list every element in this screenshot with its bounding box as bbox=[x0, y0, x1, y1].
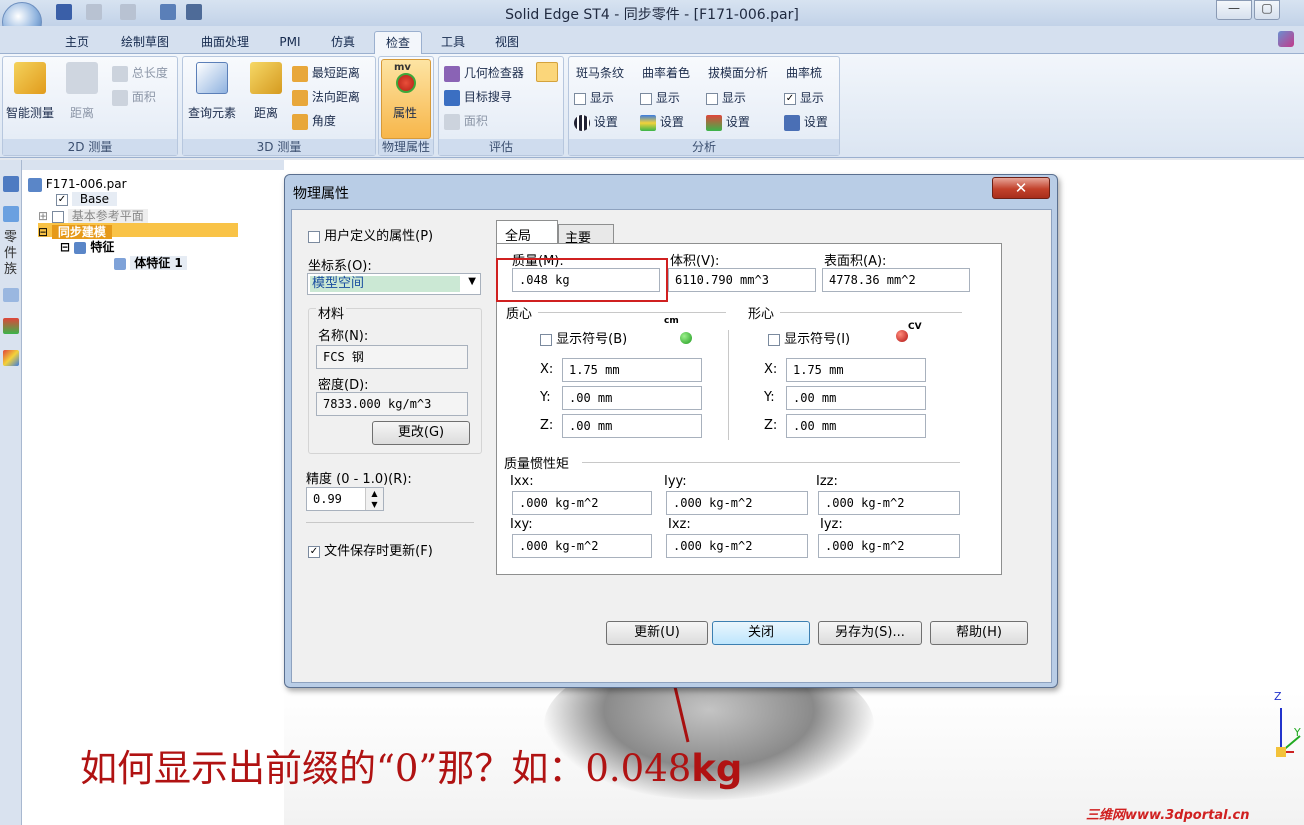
centroid-x-label: X: bbox=[764, 362, 778, 377]
close-button[interactable]: 关闭 bbox=[712, 621, 810, 645]
change-material-button[interactable]: 更改(G) bbox=[372, 421, 470, 445]
coord-system-value: 模型空间 bbox=[310, 276, 460, 292]
accuracy-label: 精度 (0 - 1.0)(R): bbox=[306, 472, 412, 487]
cm-symbol-text: cm bbox=[664, 316, 679, 326]
divider bbox=[728, 330, 729, 440]
surface-area-label: 表面积(A): bbox=[824, 254, 887, 269]
user-defined-checkbox[interactable]: 用户定义的属性(P) bbox=[308, 225, 433, 244]
annotation-text: 如何显示出前缀的“0”那？如：0.048kg bbox=[80, 738, 742, 792]
coord-system-select[interactable]: 模型空间 ▼ bbox=[307, 273, 481, 295]
ixz-label: Ixz: bbox=[668, 517, 691, 532]
com-z-field[interactable]: .00 mm bbox=[562, 414, 702, 438]
mass-highlight-box bbox=[496, 258, 668, 302]
iyz-field[interactable]: .000 kg-m^2 bbox=[818, 534, 960, 558]
separator bbox=[582, 462, 960, 463]
save-as-button[interactable]: 另存为(S)... bbox=[818, 621, 922, 645]
material-name-label: 名称(N): bbox=[318, 329, 369, 344]
help-button[interactable]: 帮助(H) bbox=[930, 621, 1028, 645]
iyz-label: Iyz: bbox=[820, 517, 843, 532]
com-symbol-icon bbox=[680, 332, 692, 344]
com-x-field[interactable]: 1.75 mm bbox=[562, 358, 702, 382]
checkbox-checked-icon: ✓ bbox=[308, 545, 320, 558]
dialog-body: 用户定义的属性(P) 坐标系(O): 模型空间 ▼ 材料 名称(N): FCS … bbox=[291, 209, 1052, 683]
ixy-label: Ixy: bbox=[510, 517, 533, 532]
density-label: 密度(D): bbox=[318, 378, 369, 393]
ixx-field[interactable]: .000 kg-m^2 bbox=[512, 491, 652, 515]
show-com-symbol-checkbox[interactable]: 显示符号(B) bbox=[540, 328, 627, 347]
centroid-x-field[interactable]: 1.75 mm bbox=[786, 358, 926, 382]
tab-principal[interactable]: 主要 bbox=[558, 224, 614, 246]
iyy-field[interactable]: .000 kg-m^2 bbox=[666, 491, 808, 515]
axis-triad bbox=[1276, 708, 1301, 757]
material-name-field[interactable]: FCS 钢 bbox=[316, 345, 468, 369]
y-axis-label: Y bbox=[1294, 726, 1301, 739]
separator bbox=[538, 312, 726, 313]
z-axis-label: Z bbox=[1274, 690, 1282, 703]
volume-label: 体积(V): bbox=[670, 254, 720, 269]
chevron-down-icon: ▼ bbox=[468, 276, 476, 287]
center-of-mass-label: 质心 bbox=[506, 307, 533, 322]
izz-label: Izz: bbox=[816, 474, 838, 489]
accuracy-spinner[interactable]: ▲ ▼ bbox=[365, 488, 383, 510]
inertia-label: 质量惯性矩 bbox=[504, 457, 570, 472]
centroid-symbol-icon bbox=[896, 330, 908, 342]
com-y-field[interactable]: .00 mm bbox=[562, 386, 702, 410]
material-group-label: 材料 bbox=[316, 303, 347, 322]
com-x-label: X: bbox=[540, 362, 554, 377]
show-centroid-symbol-checkbox[interactable]: 显示符号(I) bbox=[768, 328, 850, 347]
cv-symbol-text: CV bbox=[908, 322, 922, 332]
checkbox-icon bbox=[540, 333, 552, 346]
iyy-label: Iyy: bbox=[664, 474, 687, 489]
dialog-close-button[interactable]: ✕ bbox=[992, 177, 1050, 199]
centroid-y-field[interactable]: .00 mm bbox=[786, 386, 926, 410]
checkbox-icon bbox=[308, 230, 320, 243]
izz-field[interactable]: .000 kg-m^2 bbox=[818, 491, 960, 515]
tab-global[interactable]: 全局 bbox=[496, 220, 558, 244]
density-field[interactable]: 7833.000 kg/m^3 bbox=[316, 392, 468, 416]
update-on-save-checkbox[interactable]: ✓ 文件保存时更新(F) bbox=[308, 540, 433, 559]
ixy-field[interactable]: .000 kg-m^2 bbox=[512, 534, 652, 558]
checkbox-icon bbox=[768, 333, 780, 346]
com-y-label: Y: bbox=[540, 390, 551, 405]
origin-box bbox=[1276, 747, 1286, 757]
watermark: 三维网www.3dportal.cn bbox=[1086, 808, 1250, 823]
volume-field[interactable]: 6110.790 mm^3 bbox=[668, 268, 816, 292]
annotation-unit: kg bbox=[691, 747, 743, 790]
ixz-field[interactable]: .000 kg-m^2 bbox=[666, 534, 808, 558]
update-button[interactable]: 更新(U) bbox=[606, 621, 708, 645]
physical-properties-dialog: 物理属性 ✕ 用户定义的属性(P) 坐标系(O): 模型空间 ▼ 材料 名称(N… bbox=[284, 174, 1058, 688]
ixx-label: Ixx: bbox=[510, 474, 534, 489]
centroid-label: 形心 bbox=[748, 307, 775, 322]
centroid-z-label: Z: bbox=[764, 418, 778, 433]
surface-area-field[interactable]: 4778.36 mm^2 bbox=[822, 268, 970, 292]
centroid-z-field[interactable]: .00 mm bbox=[786, 414, 926, 438]
separator bbox=[306, 522, 474, 523]
centroid-y-label: Y: bbox=[764, 390, 775, 405]
dialog-title: 物理属性 bbox=[293, 186, 349, 202]
com-z-label: Z: bbox=[540, 418, 554, 433]
coord-system-label: 坐标系(O): bbox=[308, 259, 372, 274]
annotation-question: 如何显示出前缀的“0”那？如：0.048 bbox=[80, 747, 692, 790]
separator bbox=[780, 312, 962, 313]
